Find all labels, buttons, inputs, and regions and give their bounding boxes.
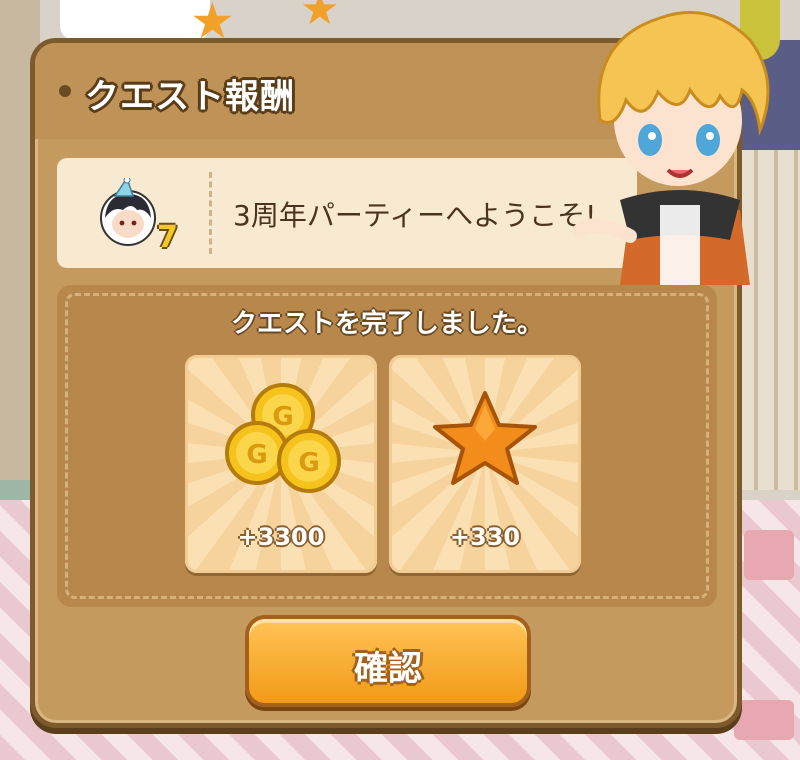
divider bbox=[209, 172, 212, 254]
character-avatar-icon bbox=[100, 178, 156, 246]
background-chair bbox=[734, 700, 794, 740]
quest-level: 7 bbox=[157, 220, 178, 255]
reward-area: クエストを完了しました。 G G G +3300 +330 bbox=[57, 285, 717, 607]
svg-text:G: G bbox=[246, 440, 267, 470]
title-bullet-icon bbox=[59, 85, 71, 97]
quest-name: 3周年パーティーへようこそ! bbox=[233, 199, 597, 232]
background-panel bbox=[60, 0, 210, 40]
reward-card-star: +330 bbox=[389, 355, 581, 573]
star-icon bbox=[433, 391, 537, 485]
quest-info-banner: 7 3周年パーティーへようこそ! bbox=[57, 158, 637, 268]
confirm-button[interactable]: 確認 bbox=[245, 615, 531, 707]
mascot-character bbox=[573, 10, 770, 285]
background-star-icon: ★ bbox=[300, 0, 340, 35]
gold-coins-icon: G G G bbox=[225, 383, 341, 493]
reward-amount: +3300 bbox=[237, 523, 325, 551]
reward-card-gold: G G G +3300 bbox=[185, 355, 377, 573]
svg-text:G: G bbox=[298, 448, 319, 478]
confirm-button-label: 確認 bbox=[354, 649, 422, 689]
reward-amount: +330 bbox=[449, 523, 521, 551]
dialog-title: クエスト報酬 bbox=[85, 77, 295, 117]
background-chair bbox=[744, 530, 794, 580]
completion-message: クエストを完了しました。 bbox=[230, 309, 543, 339]
